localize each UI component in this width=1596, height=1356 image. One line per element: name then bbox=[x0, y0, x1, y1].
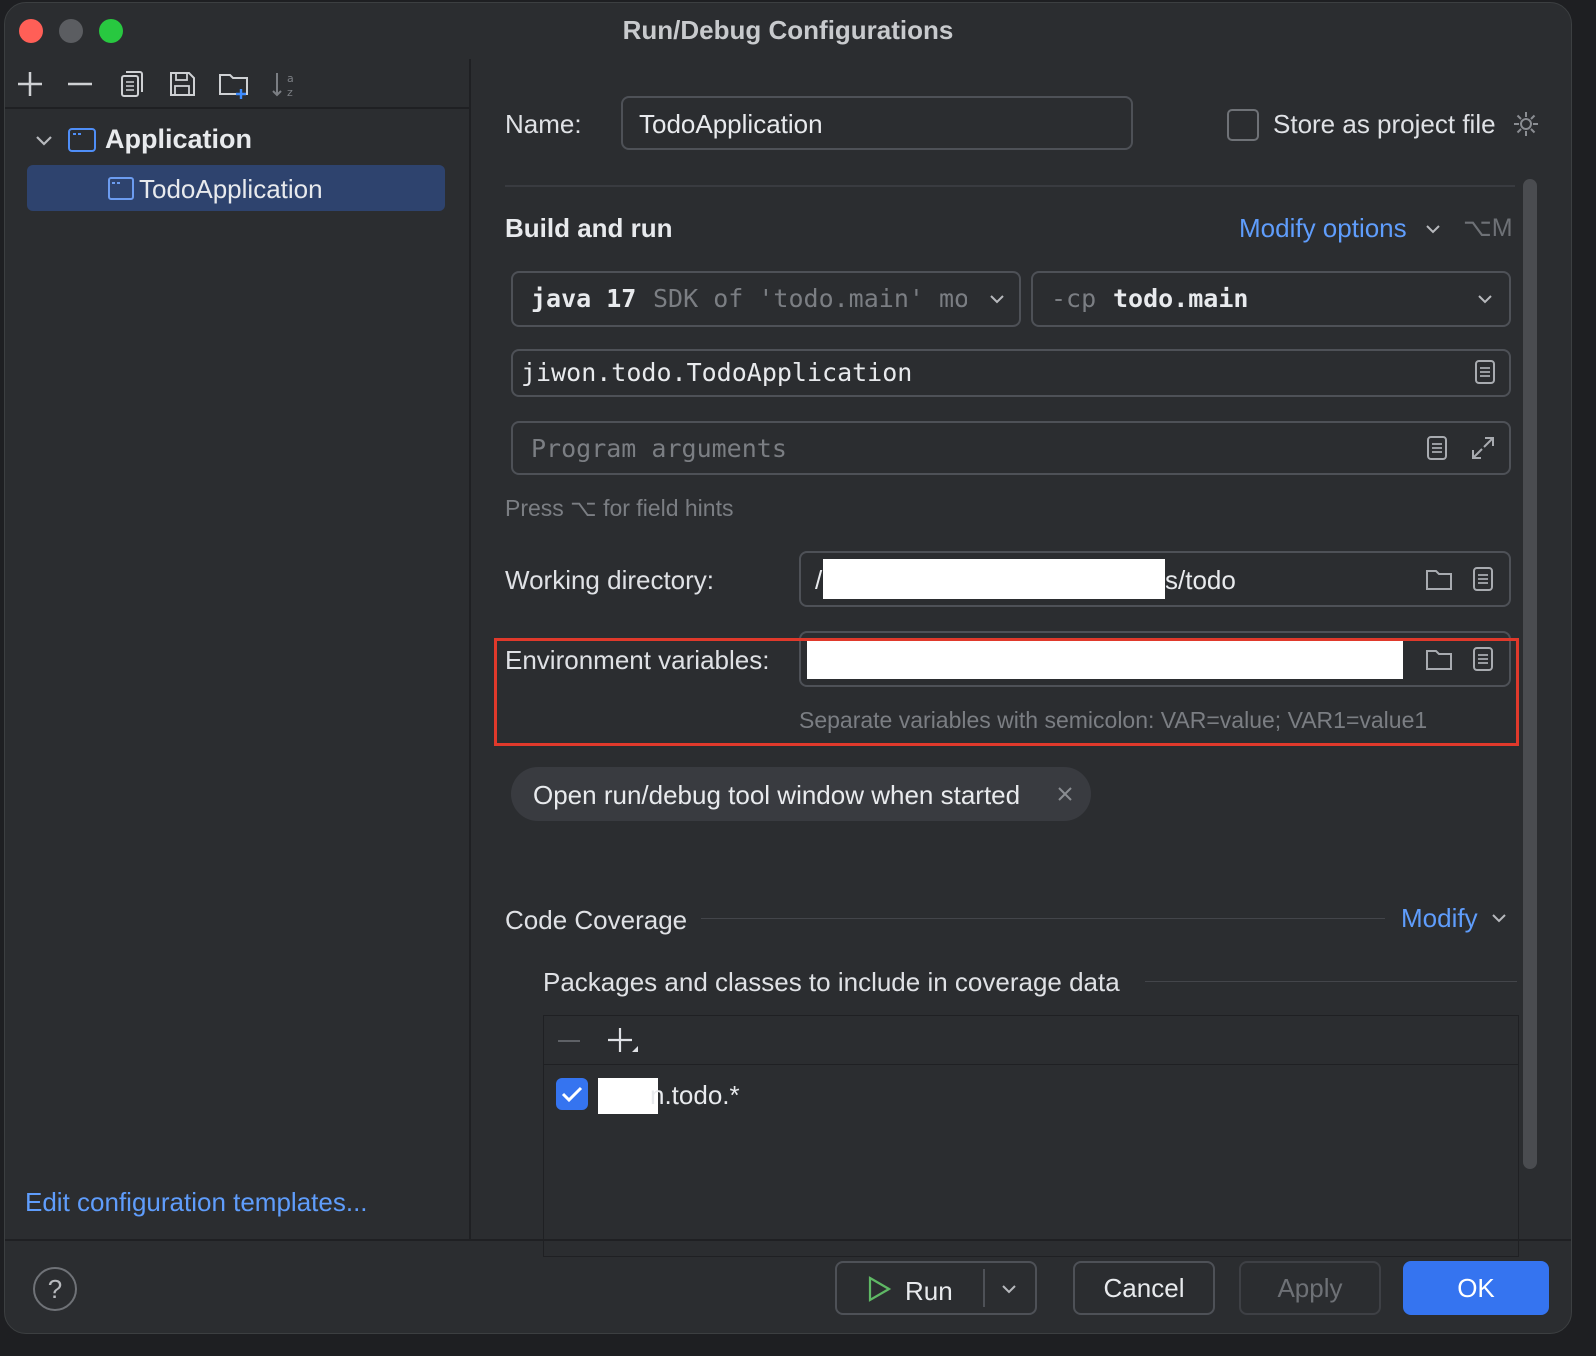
run-play-icon bbox=[865, 1275, 893, 1303]
classpath-module-combo[interactable]: -cp todo.main bbox=[1031, 271, 1511, 327]
chip-label: Open run/debug tool window when started bbox=[533, 780, 1021, 810]
jre-version: java 17 bbox=[531, 284, 637, 313]
window-title: Run/Debug Configurations bbox=[622, 15, 954, 45]
chevron-down-icon[interactable] bbox=[1489, 908, 1509, 928]
header-divider bbox=[505, 185, 1515, 187]
code-coverage-heading: Code Coverage bbox=[505, 905, 688, 935]
modify-coverage-link[interactable]: Modify bbox=[1401, 903, 1478, 934]
modify-options-link[interactable]: Modify options bbox=[1239, 213, 1407, 244]
name-field[interactable]: TodoApplication bbox=[621, 96, 1133, 150]
coverage-packages-separator bbox=[1145, 981, 1517, 982]
run-debug-dialog: Run/Debug Configurations az Application … bbox=[4, 2, 1572, 1334]
main-class-value: jiwon.todo.TodoApplication bbox=[521, 358, 913, 387]
run-button-separator bbox=[983, 1269, 985, 1307]
svg-text:z: z bbox=[287, 86, 293, 99]
program-arguments-placeholder: Program arguments bbox=[531, 434, 787, 463]
ok-button[interactable]: OK bbox=[1403, 1261, 1549, 1315]
store-project-file-checkbox[interactable] bbox=[1227, 109, 1259, 141]
application-config-icon bbox=[67, 125, 97, 155]
chevron-down-icon bbox=[1475, 289, 1495, 309]
working-directory-label: Working directory: bbox=[505, 565, 715, 595]
sort-icon[interactable]: az bbox=[267, 65, 305, 103]
chevron-down-icon[interactable] bbox=[1423, 219, 1443, 239]
apply-button[interactable]: Apply bbox=[1239, 1261, 1381, 1315]
program-arguments-field[interactable]: Program arguments bbox=[511, 421, 1511, 475]
expand-icon[interactable] bbox=[1469, 434, 1497, 462]
application-config-icon bbox=[107, 175, 135, 203]
coverage-item-label: n.todo.* bbox=[650, 1080, 740, 1110]
open-tool-window-chip[interactable]: Open run/debug tool window when started bbox=[511, 767, 1091, 821]
edit-configuration-templates-link[interactable]: Edit configuration templates... bbox=[25, 1187, 368, 1218]
working-directory-field[interactable]: / s/todo bbox=[799, 551, 1511, 607]
add-icon[interactable] bbox=[11, 65, 49, 103]
redacted-area bbox=[598, 1078, 658, 1114]
gear-icon[interactable] bbox=[1511, 109, 1541, 139]
save-icon[interactable] bbox=[163, 65, 201, 103]
scrollbar-thumb[interactable] bbox=[1523, 179, 1537, 1169]
tree-group-application[interactable]: Application bbox=[105, 124, 252, 155]
close-icon[interactable] bbox=[1055, 784, 1075, 804]
remove-icon[interactable] bbox=[556, 1028, 582, 1054]
svg-text:a: a bbox=[287, 72, 294, 85]
name-field-value: TodoApplication bbox=[639, 109, 823, 139]
code-coverage-separator bbox=[701, 918, 1385, 919]
cancel-button[interactable]: Cancel bbox=[1073, 1261, 1215, 1315]
toolbar-divider bbox=[5, 107, 469, 109]
classpath-flag: -cp bbox=[1051, 284, 1097, 313]
footer-divider bbox=[5, 1239, 1571, 1241]
coverage-list-panel: n.todo.* bbox=[543, 1015, 1519, 1257]
remove-icon[interactable] bbox=[61, 65, 99, 103]
copy-icon[interactable] bbox=[113, 65, 151, 103]
classpath-module: todo.main bbox=[1113, 284, 1249, 313]
field-hints-text: Press ⌥ for field hints bbox=[505, 495, 734, 521]
jre-description: SDK of 'todo.main' mo bbox=[653, 284, 967, 313]
working-directory-suffix: s/todo bbox=[1165, 565, 1236, 595]
name-label: Name: bbox=[505, 109, 582, 139]
redacted-area bbox=[823, 559, 1165, 599]
help-button[interactable]: ? bbox=[33, 1267, 77, 1311]
new-folder-icon[interactable] bbox=[215, 65, 253, 103]
highlight-box bbox=[494, 638, 1519, 746]
run-button[interactable]: Run bbox=[905, 1276, 953, 1307]
document-icon[interactable] bbox=[1423, 434, 1451, 462]
build-run-heading: Build and run bbox=[505, 213, 673, 243]
chevron-down-icon[interactable] bbox=[999, 1279, 1019, 1299]
main-class-field[interactable]: jiwon.todo.TodoApplication bbox=[511, 349, 1511, 397]
document-icon[interactable] bbox=[1469, 565, 1497, 593]
chevron-down-icon[interactable] bbox=[33, 129, 55, 151]
folder-icon[interactable] bbox=[1425, 565, 1453, 593]
working-directory-prefix: / bbox=[815, 565, 823, 595]
document-icon[interactable] bbox=[1471, 358, 1499, 386]
coverage-packages-label: Packages and classes to include in cover… bbox=[543, 967, 1120, 997]
chevron-down-icon bbox=[987, 289, 1007, 309]
panel-divider bbox=[469, 59, 471, 1239]
coverage-list-toolbar bbox=[544, 1016, 1518, 1065]
tree-item-label: TodoApplication bbox=[139, 174, 323, 204]
modify-options-shortcut: ⌥M bbox=[1463, 214, 1513, 242]
coverage-item-checkbox[interactable] bbox=[556, 1078, 588, 1110]
jre-combo[interactable]: java 17 SDK of 'todo.main' mo bbox=[511, 271, 1021, 327]
store-project-file-label: Store as project file bbox=[1273, 109, 1496, 139]
add-icon[interactable] bbox=[606, 1026, 640, 1060]
